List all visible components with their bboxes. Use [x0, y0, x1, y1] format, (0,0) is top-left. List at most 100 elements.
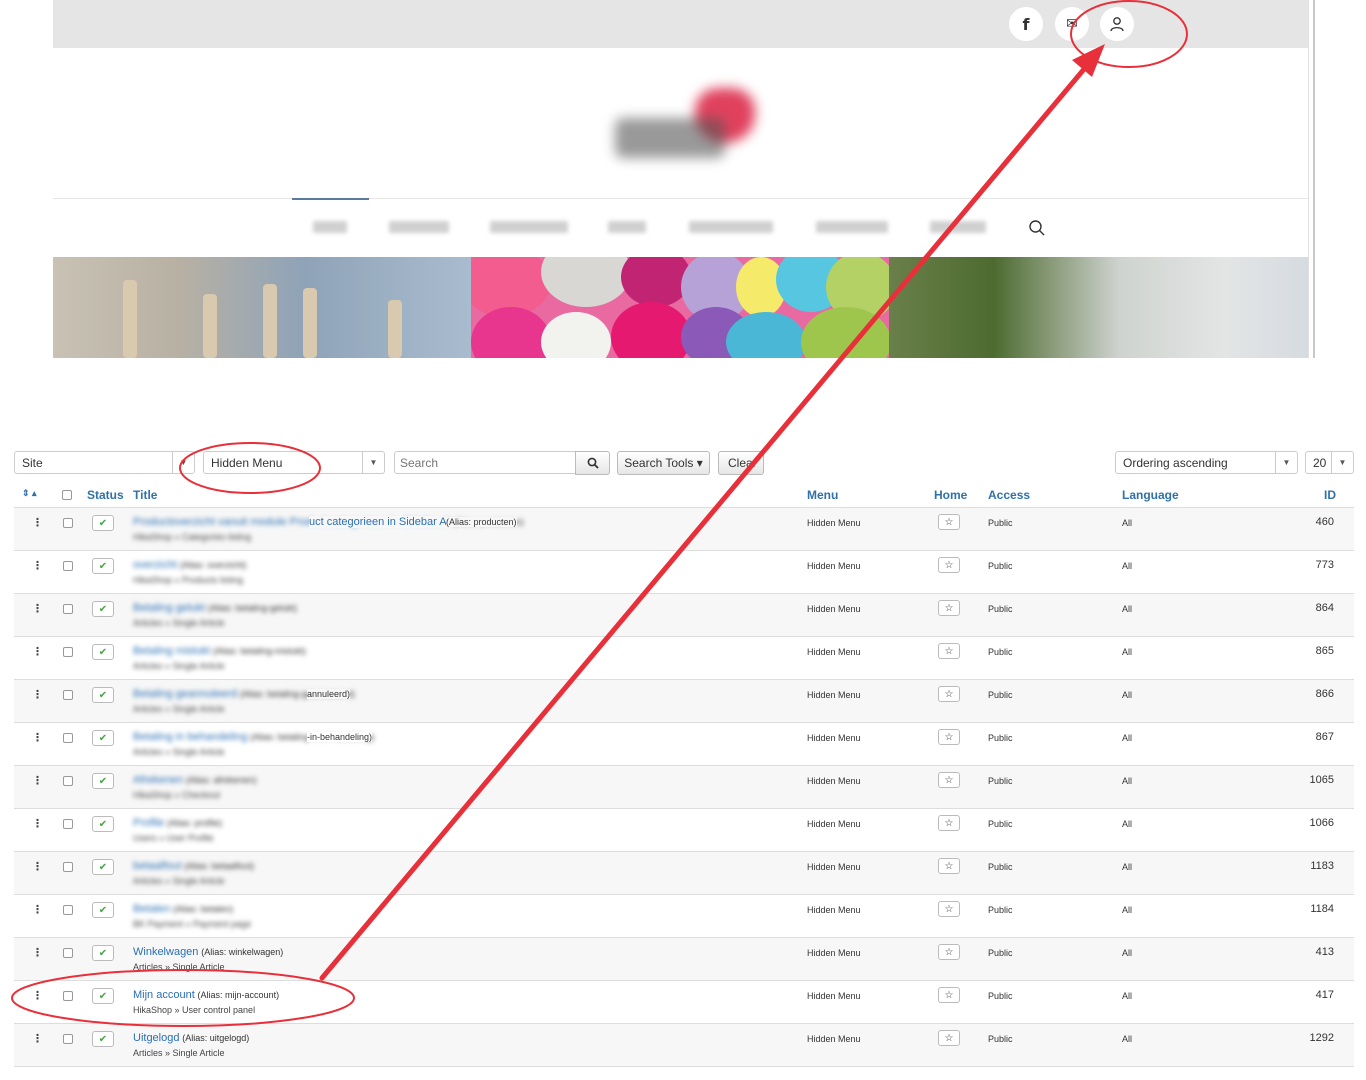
published-check-icon[interactable]: ✔ [92, 816, 114, 832]
table-row[interactable]: ⋮ ✔ Uitgelogd (Alias: uitgelogd) Articles »… [14, 1023, 1354, 1066]
row-checkbox[interactable] [63, 690, 73, 700]
table-row[interactable]: ⋮ ✔ Betaling gelukt (Alias: betaling-geluk… [14, 593, 1354, 636]
table-row[interactable]: ⋮ ✔ Betalen (Alias: betalen) BK Payment » P… [14, 894, 1354, 937]
row-title-link[interactable]: betaalfout [133, 860, 181, 872]
star-icon[interactable]: ☆ [938, 557, 960, 573]
ordering-sort-header[interactable]: ⇕ ▴ [22, 488, 37, 499]
row-checkbox[interactable] [63, 733, 73, 743]
search-input[interactable] [394, 451, 576, 474]
published-check-icon[interactable]: ✔ [92, 558, 114, 574]
table-row[interactable]: ⋮ ✔ Mijn account (Alias: mijn-account) Hika… [14, 980, 1354, 1023]
row-title-link[interactable]: Betaling mislukt [133, 645, 210, 657]
star-icon[interactable]: ☆ [938, 944, 960, 960]
row-checkbox[interactable] [63, 604, 73, 614]
star-icon[interactable]: ☆ [938, 1030, 960, 1046]
drag-handle-icon[interactable]: ⋮ [32, 645, 43, 658]
star-icon[interactable]: ☆ [938, 772, 960, 788]
published-check-icon[interactable]: ✔ [92, 644, 114, 660]
table-row[interactable]: ⋮ ✔ Winkelwagen (Alias: winkelwagen) Articl… [14, 937, 1354, 980]
nav-item-home[interactable] [313, 221, 347, 233]
id-header[interactable]: ID [1324, 488, 1336, 502]
published-check-icon[interactable]: ✔ [92, 601, 114, 617]
row-checkbox[interactable] [63, 948, 73, 958]
drag-handle-icon[interactable]: ⋮ [32, 1032, 43, 1045]
select-all-checkbox[interactable] [62, 490, 72, 500]
published-check-icon[interactable]: ✔ [92, 859, 114, 875]
star-icon[interactable]: ☆ [938, 815, 960, 831]
search-tools-button[interactable]: Search Tools ▾ [617, 451, 710, 475]
drag-handle-icon[interactable]: ⋮ [32, 860, 43, 873]
drag-handle-icon[interactable]: ⋮ [32, 602, 43, 615]
row-checkbox[interactable] [63, 518, 73, 528]
star-icon[interactable]: ☆ [938, 643, 960, 659]
star-icon[interactable]: ☆ [938, 600, 960, 616]
row-title-link[interactable]: Profile [133, 817, 164, 829]
clear-button[interactable]: Clear [718, 451, 764, 475]
mail-icon[interactable]: ✉ [1055, 7, 1089, 41]
menu-select[interactable]: Hidden Menu ▼ [203, 451, 385, 474]
row-checkbox[interactable] [63, 862, 73, 872]
table-row[interactable]: ⋮ ✔ overzicht (Alias: overzicht) HikaShop »… [14, 550, 1354, 593]
drag-handle-icon[interactable]: ⋮ [32, 774, 43, 787]
star-icon[interactable]: ☆ [938, 858, 960, 874]
row-checkbox[interactable] [63, 991, 73, 1001]
row-title-link[interactable]: Betaling gelukt [133, 602, 205, 614]
star-icon[interactable]: ☆ [938, 514, 960, 530]
nav-item-6[interactable] [816, 221, 888, 233]
table-row[interactable]: ⋮✔Betaling in behandeling (Alias: betali… [14, 722, 1354, 765]
drag-handle-icon[interactable]: ⋮ [32, 688, 43, 701]
row-checkbox[interactable] [63, 561, 73, 571]
row-title-link[interactable]: Winkelwagen [133, 946, 198, 958]
site-scrollbar[interactable] [1308, 0, 1322, 358]
row-title-link[interactable]: overzicht [133, 559, 177, 571]
star-icon[interactable]: ☆ [938, 901, 960, 917]
row-title-link[interactable]: Uitgelogd [133, 1032, 179, 1044]
row-checkbox[interactable] [63, 1034, 73, 1044]
row-checkbox[interactable] [63, 647, 73, 657]
table-row[interactable]: ⋮ ✔ Profile (Alias: profile) Users » User P… [14, 808, 1354, 851]
table-row[interactable]: ⋮ ✔ betaalfout (Alias: betaalfout) Articles… [14, 851, 1354, 894]
search-icon[interactable] [1028, 219, 1046, 237]
nav-item-contact[interactable] [930, 221, 986, 233]
drag-handle-icon[interactable]: ⋮ [32, 946, 43, 959]
title-header[interactable]: Title [133, 488, 157, 502]
row-title-link[interactable]: Betalen [133, 903, 170, 915]
row-title-link[interactable]: Betaling geannuleerd [133, 688, 237, 700]
row-checkbox[interactable] [63, 776, 73, 786]
published-check-icon[interactable]: ✔ [92, 902, 114, 918]
drag-handle-icon[interactable]: ⋮ [32, 903, 43, 916]
facebook-icon[interactable]: f [1009, 7, 1043, 41]
drag-handle-icon[interactable]: ⋮ [32, 516, 43, 529]
ordering-select[interactable]: Ordering ascending ▼ [1115, 451, 1298, 474]
drag-handle-icon[interactable]: ⋮ [32, 559, 43, 572]
row-checkbox[interactable] [63, 819, 73, 829]
table-row[interactable]: ⋮ ✔ Betaling geannuleerd (Alias: betaling-… [14, 679, 1354, 722]
menu-header[interactable]: Menu [807, 488, 838, 502]
published-check-icon[interactable]: ✔ [92, 515, 114, 531]
drag-handle-icon[interactable]: ⋮ [32, 989, 43, 1002]
row-checkbox[interactable] [63, 905, 73, 915]
language-header[interactable]: Language [1122, 488, 1179, 502]
star-icon[interactable]: ☆ [938, 729, 960, 745]
row-title-link[interactable]: Betaling in behandeling [133, 731, 247, 743]
drag-handle-icon[interactable]: ⋮ [32, 731, 43, 744]
row-title-link[interactable]: Afrekenen [133, 774, 183, 786]
table-row[interactable]: ⋮ ✔ Afrekenen (Alias: afrekenen) HikaShop »… [14, 765, 1354, 808]
nav-item-3[interactable] [490, 221, 568, 233]
published-check-icon[interactable]: ✔ [92, 687, 114, 703]
nav-item-2[interactable] [389, 221, 449, 233]
client-select[interactable]: Site ▼ [14, 451, 195, 474]
star-icon[interactable]: ☆ [938, 987, 960, 1003]
user-icon[interactable] [1100, 7, 1134, 41]
nav-item-4[interactable] [608, 221, 646, 233]
published-check-icon[interactable]: ✔ [92, 730, 114, 746]
table-row[interactable]: ⋮ ✔ Betaling mislukt (Alias: betaling-misl… [14, 636, 1354, 679]
access-header[interactable]: Access [988, 488, 1030, 502]
limit-select[interactable]: 20 ▼ [1305, 451, 1354, 474]
published-check-icon[interactable]: ✔ [92, 1031, 114, 1047]
published-check-icon[interactable]: ✔ [92, 945, 114, 961]
row-title-link[interactable]: Mijn account [133, 989, 195, 1001]
published-check-icon[interactable]: ✔ [92, 988, 114, 1004]
star-icon[interactable]: ☆ [938, 686, 960, 702]
status-header[interactable]: Status [87, 488, 124, 502]
